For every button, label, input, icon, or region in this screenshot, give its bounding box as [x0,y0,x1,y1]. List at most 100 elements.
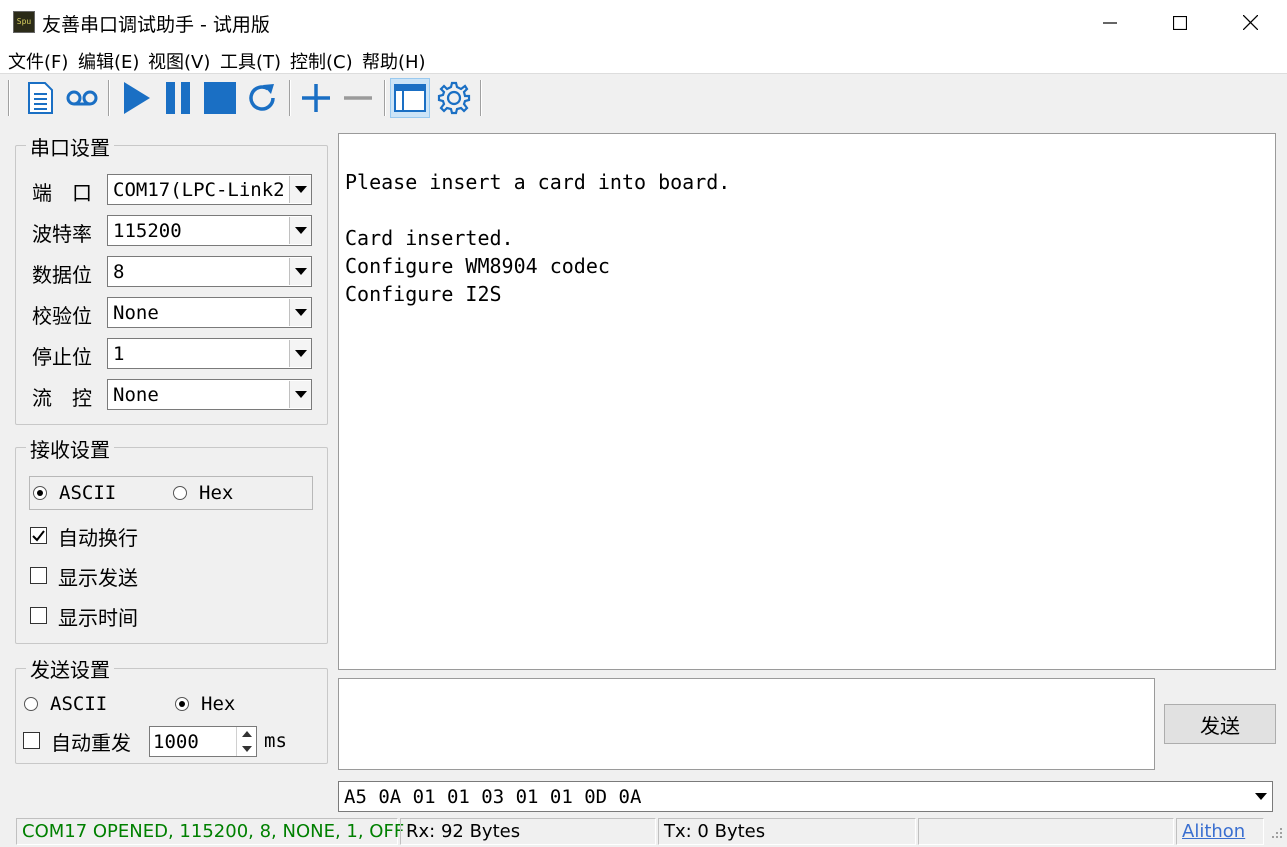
document-icon [28,82,53,114]
flow-select[interactable]: None [107,379,312,410]
title-bar: Spu 友善串口调试助手 - 试用版 [0,0,1287,45]
parity-value: None [113,301,159,324]
interval-unit: ms [264,730,287,752]
toolbar [0,73,1287,119]
app-icon: Spu [13,11,35,33]
port-label: 端 口 [32,181,92,205]
show-send-checkbox[interactable] [30,567,47,584]
add-button[interactable] [296,78,336,118]
stopbits-select[interactable]: 1 [107,338,312,369]
minimize-button[interactable] [1075,0,1145,45]
spinner-arrows[interactable] [236,727,256,756]
menu-tools[interactable]: 工具(T) [220,48,281,74]
window-title: 友善串口调试助手 - 试用版 [42,14,270,36]
pause-icon [166,82,190,114]
remove-button[interactable] [338,78,378,118]
spin-down-icon [241,745,252,752]
databits-label: 数据位 [32,263,92,287]
toolbar-separator [480,80,482,116]
serial-settings-legend: 串口设置 [26,132,114,161]
dropdown-arrow-icon [289,299,311,326]
brand-link[interactable]: Alithon [1176,818,1264,845]
send-button[interactable]: 发送 [1164,704,1276,744]
databits-select[interactable]: 8 [107,256,312,287]
interval-value: 1000 [153,730,199,753]
auto-repeat-checkbox[interactable] [23,732,40,749]
send-ascii-radio[interactable] [24,697,38,711]
flow-value: None [113,383,159,406]
status-tx: Tx: 0 Bytes [658,818,916,845]
port-select[interactable]: COM17(LPC-Link2 [107,174,312,205]
auto-wrap-label: 自动换行 [58,526,138,550]
receive-settings-legend: 接收设置 [26,434,114,463]
record-icon [66,90,98,106]
history-value: A5 0A 01 01 03 01 01 0D 0A [344,785,642,808]
baud-select[interactable]: 115200 [107,215,312,246]
baud-label: 波特率 [32,222,92,246]
menu-control[interactable]: 控制(C) [290,48,353,74]
status-connection: COM17 OPENED, 115200, 8, NONE, 1, OFF [16,818,404,845]
baud-value: 115200 [113,219,182,242]
maximize-icon [1173,15,1187,30]
window-view-button[interactable] [390,78,430,118]
resize-grip-icon[interactable] [1268,828,1284,844]
minimize-icon [1103,21,1117,24]
menu-help[interactable]: 帮助(H) [362,48,426,74]
show-time-label: 显示时间 [58,606,138,630]
send-settings-legend: 发送设置 [26,654,114,683]
send-ascii-label: ASCII [50,693,108,715]
interval-spinbox[interactable]: 1000 [149,726,257,757]
checkmark-icon [32,530,45,542]
parity-label: 校验位 [32,304,92,328]
menu-edit[interactable]: 编辑(E) [78,48,139,74]
spin-up-icon [241,731,252,738]
menu-view[interactable]: 视图(V) [148,48,210,74]
stop-icon [204,82,236,114]
pause-button[interactable] [158,78,198,118]
status-bar: COM17 OPENED, 115200, 8, NONE, 1, OFF Rx… [0,816,1287,847]
databits-value: 8 [113,260,125,283]
dropdown-arrow-icon [289,340,311,367]
toolbar-separator [384,80,386,116]
receive-text: Please insert a card into board. Card in… [345,170,731,306]
port-value: COM17(LPC-Link2 [113,178,285,201]
refresh-button[interactable] [242,78,282,118]
show-send-label: 显示发送 [58,566,138,590]
dropdown-arrow-icon [289,217,311,244]
settings-icon [437,81,471,115]
receive-ascii-label: ASCII [59,482,117,504]
auto-wrap-checkbox[interactable] [30,527,47,544]
play-button[interactable] [116,78,156,118]
toolbar-separator [108,80,110,116]
close-button[interactable] [1215,0,1285,45]
window-icon [394,84,426,112]
receive-textarea[interactable]: Please insert a card into board. Card in… [338,133,1276,670]
send-history-select[interactable]: A5 0A 01 01 03 01 01 0D 0A [338,781,1273,812]
send-hex-label: Hex [201,693,236,715]
dropdown-arrow-icon [1250,783,1272,810]
settings-button[interactable] [434,78,474,118]
auto-repeat-label: 自动重发 [51,731,131,755]
remove-icon [344,96,372,100]
toolbar-separator [289,80,291,116]
add-icon [302,84,330,112]
dropdown-arrow-icon [289,176,311,203]
show-time-checkbox[interactable] [30,607,47,624]
send-textarea[interactable] [338,678,1155,770]
flow-label: 流 控 [32,386,92,410]
stop-button[interactable] [200,78,240,118]
menu-file[interactable]: 文件(F) [8,48,68,74]
toolbar-separator [8,80,10,116]
maximize-button[interactable] [1145,0,1215,45]
record-button[interactable] [62,78,102,118]
receive-hex-radio[interactable] [173,486,187,500]
status-extra [918,818,1174,845]
dropdown-arrow-icon [289,381,311,408]
parity-select[interactable]: None [107,297,312,328]
new-document-button[interactable] [20,78,60,118]
menu-bar: 文件(F) 编辑(E) 视图(V) 工具(T) 控制(C) 帮助(H) [0,45,1287,73]
status-rx: Rx: 92 Bytes [400,818,656,845]
refresh-icon [249,84,275,111]
send-hex-radio[interactable] [175,697,189,711]
receive-ascii-radio[interactable] [33,486,47,500]
